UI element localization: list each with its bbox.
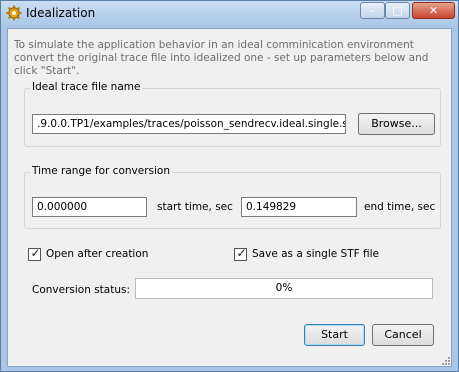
- intro-text: To simulate the application behavior in …: [14, 39, 429, 77]
- start-time-label: start time, sec: [157, 201, 233, 213]
- conversion-progress-bar: 0%: [135, 278, 433, 299]
- minimize-icon: –: [369, 4, 376, 17]
- close-icon: ✕: [428, 4, 439, 17]
- resize-grip-icon[interactable]: [440, 355, 450, 365]
- cog-icon: [6, 5, 22, 21]
- close-button[interactable]: ✕: [412, 2, 455, 19]
- cancel-button[interactable]: Cancel: [372, 324, 434, 346]
- progress-text: 0%: [275, 282, 293, 294]
- single-stf-label: Save as a single STF file: [252, 248, 379, 260]
- browse-button[interactable]: Browse...: [358, 113, 435, 135]
- end-time-input[interactable]: 0.149829: [241, 197, 357, 217]
- title-bar[interactable]: Idealization – □ ✕: [1, 1, 458, 27]
- checkmark-icon: ✓: [236, 246, 247, 260]
- maximize-icon: □: [392, 4, 403, 17]
- open-after-creation-checkbox[interactable]: ✓: [28, 246, 41, 261]
- conversion-status-label: Conversion status:: [32, 284, 131, 296]
- end-time-label: end time, sec: [364, 201, 436, 213]
- idealization-dialog: Idealization – □ ✕ To simulate the appli…: [0, 0, 459, 372]
- trace-file-group-label: Ideal trace file name: [30, 81, 143, 93]
- minimize-button[interactable]: –: [360, 2, 385, 19]
- window-title: Idealization: [26, 6, 96, 20]
- trace-file-input[interactable]: .9.0.0.TP1/examples/traces/poisson_sendr…: [32, 114, 346, 134]
- single-stf-checkbox[interactable]: ✓: [234, 246, 247, 261]
- start-button[interactable]: Start: [304, 324, 365, 346]
- maximize-button[interactable]: □: [385, 2, 410, 19]
- open-after-creation-label: Open after creation: [46, 248, 149, 260]
- checkmark-icon: ✓: [30, 246, 41, 260]
- time-range-group-label: Time range for conversion: [30, 165, 172, 177]
- dialog-body: To simulate the application behavior in …: [7, 28, 452, 367]
- start-time-input[interactable]: 0.000000: [32, 197, 147, 217]
